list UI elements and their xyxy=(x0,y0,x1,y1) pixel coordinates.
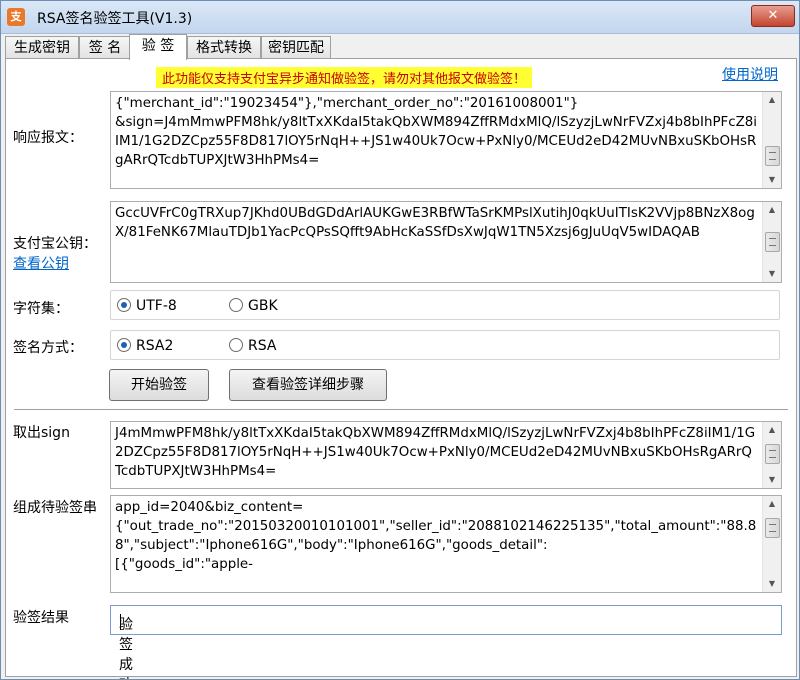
pubkey-label: 支付宝公钥： xyxy=(13,236,97,252)
extracted-sign-textarea[interactable]: J4mMmwPFM8hk/y8ltTxXKdaI5takQbXWM894ZffR… xyxy=(110,421,782,489)
verify-panel: 此功能仅支持支付宝异步通知做验签，请勿对其他报文做验签！ 使用说明 响应报文： … xyxy=(5,58,797,679)
extracted-sign-text: J4mMmwPFM8hk/y8ltTxXKdaI5takQbXWM894ZffR… xyxy=(115,426,756,479)
scroll-up-icon[interactable]: ▲ xyxy=(763,422,781,438)
extracted-sign-scrollbar[interactable]: ▲ ▼ xyxy=(762,422,781,488)
result-field[interactable]: 验签成功 xyxy=(110,605,782,679)
tab-sign[interactable]: 签 名 xyxy=(79,36,131,59)
response-textarea[interactable]: {"merchant_id":"19023454"},"merchant_ord… xyxy=(110,91,782,189)
response-scrollbar[interactable]: ▲ ▼ xyxy=(762,92,781,188)
pubkey-textarea[interactable]: GccUVFrC0gTRXup7JKhd0UBdGDdArlAUKGwE3RBf… xyxy=(110,201,782,283)
charset-radio-utf8[interactable]: UTF-8 xyxy=(117,298,177,314)
scroll-thumb[interactable] xyxy=(765,444,780,464)
radio-selected-icon[interactable] xyxy=(117,298,131,312)
start-verify-button[interactable]: 开始验签 xyxy=(109,369,209,401)
pubkey-text: GccUVFrC0gTRXup7JKhd0UBdGDdArlAUKGwE3RBf… xyxy=(115,206,755,240)
help-link[interactable]: 使用说明 xyxy=(722,64,778,84)
radio-empty-icon[interactable] xyxy=(229,298,243,312)
warning-notice: 此功能仅支持支付宝异步通知做验签，请勿对其他报文做验签！ xyxy=(156,67,533,88)
tab-format-convert[interactable]: 格式转换 xyxy=(187,36,261,59)
scroll-up-icon[interactable]: ▲ xyxy=(763,496,781,512)
scroll-down-icon[interactable]: ▼ xyxy=(763,576,781,592)
response-text: {"merchant_id":"19023454"},"merchant_ord… xyxy=(115,96,758,168)
pubkey-scrollbar[interactable]: ▲ ▼ xyxy=(762,202,781,282)
pending-string-label: 组成待验签串 xyxy=(13,500,97,516)
scroll-up-icon[interactable]: ▲ xyxy=(763,202,781,218)
scroll-thumb[interactable] xyxy=(765,146,780,166)
scroll-down-icon[interactable]: ▼ xyxy=(763,266,781,282)
app-icon: 支 xyxy=(7,8,25,26)
window-title: RSA签名验签工具(V1.3) xyxy=(37,11,193,27)
tab-verify[interactable]: 验 签 xyxy=(129,34,187,60)
pending-string-text: app_id=2040&biz_content= {"out_trade_no"… xyxy=(115,500,757,572)
tab-key-match[interactable]: 密钥匹配 xyxy=(261,36,331,59)
sign-radio-rsa[interactable]: RSA xyxy=(229,338,276,354)
scroll-thumb[interactable] xyxy=(765,518,780,538)
view-verify-steps-button[interactable]: 查看验签详细步骤 xyxy=(229,369,387,401)
text-caret xyxy=(120,614,121,630)
extracted-sign-label: 取出sign xyxy=(13,425,70,441)
scroll-up-icon[interactable]: ▲ xyxy=(763,92,781,108)
charset-radio-gbk[interactable]: GBK xyxy=(229,298,278,314)
result-label: 验签结果 xyxy=(13,610,69,626)
scroll-down-icon[interactable]: ▼ xyxy=(763,472,781,488)
sign-method-label: 签名方式： xyxy=(13,340,83,356)
view-pubkey-link[interactable]: 查看公钥 xyxy=(13,253,69,273)
response-label: 响应报文： xyxy=(13,130,83,146)
close-button[interactable]: ✕ xyxy=(751,5,795,27)
charset-group: UTF-8 GBK xyxy=(110,290,780,320)
scroll-thumb[interactable] xyxy=(765,232,780,252)
radio-selected-icon[interactable] xyxy=(117,338,131,352)
sign-radio-rsa2[interactable]: RSA2 xyxy=(117,338,173,354)
charset-label: 字符集： xyxy=(13,301,69,317)
title-bar[interactable]: 支 RSA签名验签工具(V1.3) ✕ xyxy=(1,1,799,34)
app-window: 支 RSA签名验签工具(V1.3) ✕ 生成密钥 签 名 验 签 格式转换 密钥… xyxy=(0,0,800,680)
pending-string-textarea[interactable]: app_id=2040&biz_content= {"out_trade_no"… xyxy=(110,495,782,593)
tab-generate-key[interactable]: 生成密钥 xyxy=(5,36,79,59)
radio-empty-icon[interactable] xyxy=(229,338,243,352)
scroll-down-icon[interactable]: ▼ xyxy=(763,172,781,188)
pending-string-scrollbar[interactable]: ▲ ▼ xyxy=(762,496,781,592)
sign-method-group: RSA2 RSA xyxy=(110,330,780,360)
section-divider xyxy=(14,409,788,411)
